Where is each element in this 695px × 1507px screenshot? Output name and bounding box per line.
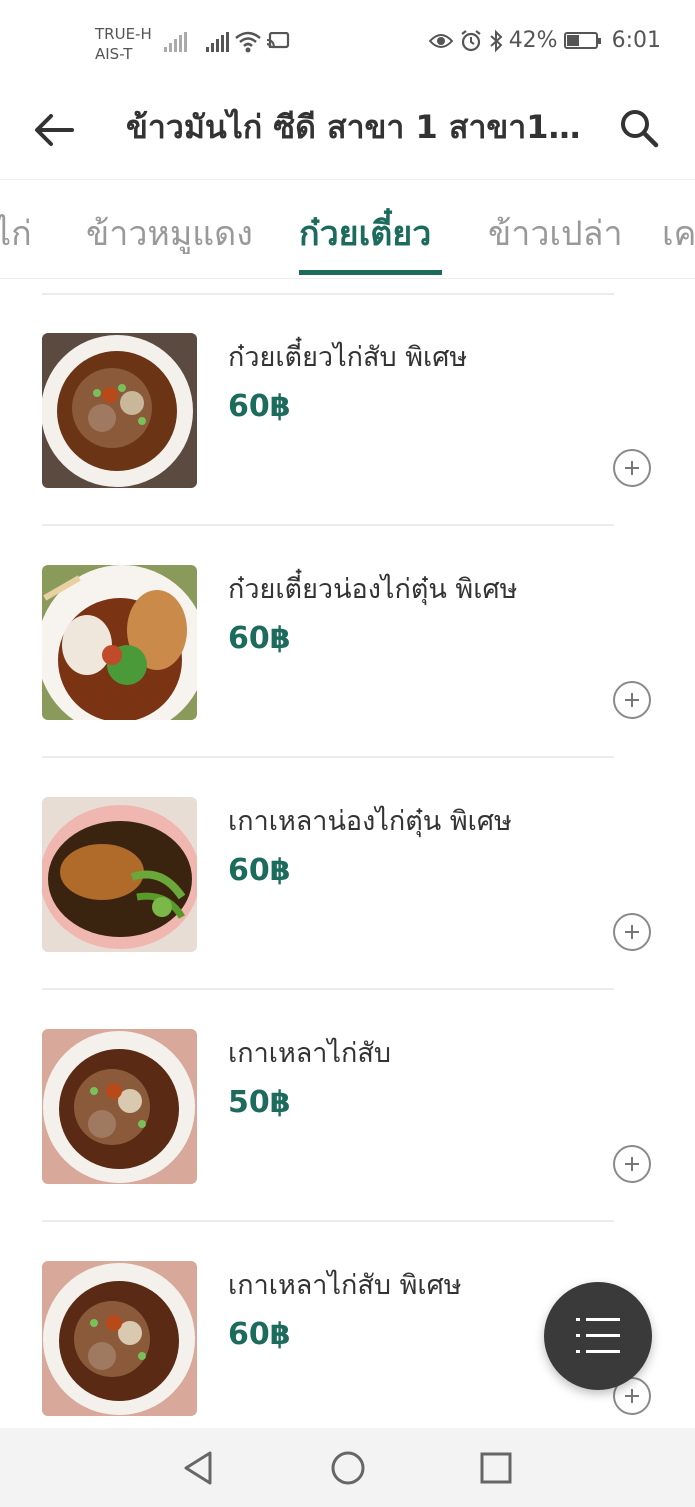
eye-icon [428,33,453,48]
item-name: เกาเหลาไก่สับ [228,1038,392,1069]
back-button[interactable] [30,106,78,154]
system-nav-bar [0,1428,695,1507]
square-recents-icon [480,1452,512,1484]
tab-noodles[interactable]: ก๋วยเตี๋ยว [299,206,431,260]
status-bar: TRUE-H AIS-T 42% 6:01 [0,0,695,86]
cast-icon [266,32,290,49]
menu-item[interactable]: เกาเหลาไก่สับ 50฿ [0,1029,695,1261]
item-price: 60฿ [228,389,291,424]
item-price: 60฿ [228,853,291,888]
item-name: เกาเหลาน่องไก่ตุ๋น พิเศษ [228,806,512,837]
food-image [42,333,197,488]
food-image [42,1261,197,1416]
item-price: 60฿ [228,621,291,656]
food-image [42,1029,197,1184]
active-tab-indicator [299,270,442,275]
menu-list: ก๋วยเตี๋ยวไก่สับ พิเศษ 60฿ ก๋วยเตี๋ยวน่อ… [0,278,695,1428]
nav-home-button[interactable] [328,1448,368,1488]
item-price: 50฿ [228,1085,291,1120]
carrier-2: AIS-T [95,45,133,63]
page-title: ข้าวมันไก่ ซีดี สาขา 1 สาขา1 (... [126,108,586,146]
status-right: 42% 6:01 [428,28,661,53]
menu-item[interactable]: เกาเหลาน่องไก่ตุ๋น พิเศษ 60฿ [0,797,695,1029]
carrier-labels: TRUE-H AIS-T [95,24,152,64]
add-button[interactable] [613,681,651,719]
signal-1-icon [164,32,187,52]
wifi-icon [235,31,261,53]
alarm-icon [461,29,481,51]
tab-red-pork-rice[interactable]: ข้าวหมูแดง [86,206,253,260]
item-name: ก๋วยเตี๋ยวไก่สับ พิเศษ [228,342,468,373]
battery-percent: 42% [508,28,558,53]
clock: 6:01 [611,28,661,53]
search-button[interactable] [613,102,665,154]
carrier-1: TRUE-H [95,25,152,43]
triangle-back-icon [184,1451,212,1485]
category-menu-button[interactable] [544,1282,652,1390]
item-name: เกาเหลาไก่สับ พิเศษ [228,1270,462,1301]
menu-item[interactable]: ก๋วยเตี๋ยวไก่สับ พิเศษ 60฿ [0,333,695,565]
menu-item[interactable]: ก๋วยเตี๋ยวน่องไก่ตุ๋น พิเศษ 60฿ [0,565,695,797]
list-icon [576,1318,620,1353]
nav-back-button[interactable] [180,1448,220,1488]
arrow-left-icon [35,114,74,146]
bluetooth-icon [490,29,503,52]
divider [42,988,614,990]
food-image [42,565,197,720]
category-tabs: ไก่ ข้าวหมูแดง ก๋วยเตี๋ยว ข้าวเปล่า เค [0,179,695,279]
add-button[interactable] [613,913,651,951]
divider [42,756,614,758]
add-button[interactable] [613,1145,651,1183]
divider [42,524,614,526]
item-name: ก๋วยเตี๋ยวน่องไก่ตุ๋น พิเศษ [228,574,518,605]
circle-home-icon [331,1451,365,1485]
add-button[interactable] [613,449,651,487]
item-price: 60฿ [228,1317,291,1352]
divider [42,1220,614,1222]
divider [42,293,614,295]
food-image [42,797,197,952]
signal-2-icon [206,32,229,52]
tab-chicken[interactable]: ไก่ [0,206,32,260]
battery-icon [563,32,601,49]
search-icon [621,110,659,148]
nav-recents-button[interactable] [476,1448,516,1488]
app-header: ข้าวมันไก่ ซีดี สาขา 1 สาขา1 (... [0,86,695,178]
tab-partial[interactable]: เค [662,206,695,260]
tab-plain-rice[interactable]: ข้าวเปล่า [488,206,623,260]
